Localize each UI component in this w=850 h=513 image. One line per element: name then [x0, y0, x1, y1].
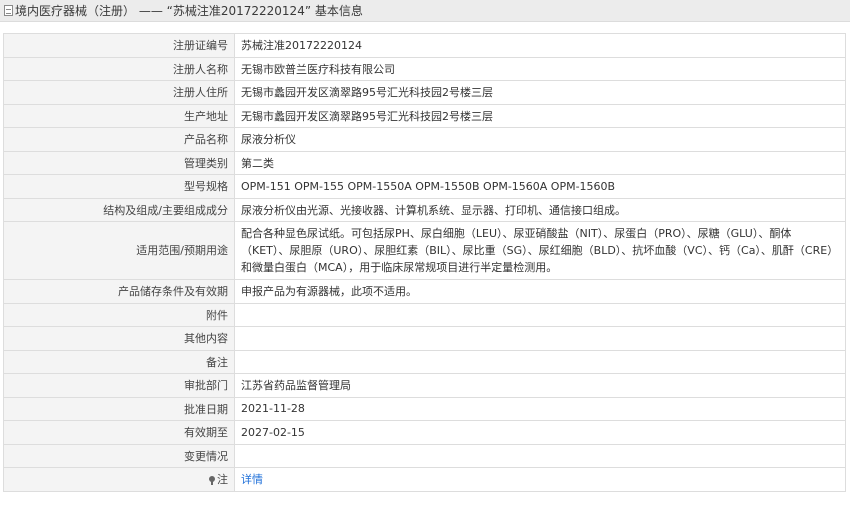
row-label: 其他内容 — [3, 326, 235, 351]
row-value: 申报产品为有源器械，此项不适用。 — [234, 279, 846, 304]
row-value: OPM-151 OPM-155 OPM-1550A OPM-1550B OPM-… — [234, 174, 846, 199]
document-icon — [4, 5, 13, 16]
table-row: 有效期至 2027-02-15 — [3, 420, 846, 445]
row-label: 附件 — [3, 302, 235, 327]
row-value: 配合各种显色尿试纸。可包括尿PH、尿白细胞（LEU）、尿亚硝酸盐（NIT）、尿蛋… — [234, 221, 846, 280]
row-value: 无锡市欧普兰医疗科技有限公司 — [234, 56, 846, 81]
row-label: 批准日期 — [3, 396, 235, 421]
table-row: 结构及组成/主要组成成分 尿液分析仪由光源、光接收器、计算机系统、显示器、打印机… — [3, 197, 846, 222]
note-label-cell: 注 — [3, 467, 235, 492]
row-value — [234, 349, 846, 374]
table-row: 其他内容 — [3, 326, 846, 351]
table-row: 型号规格 OPM-151 OPM-155 OPM-1550A OPM-1550B… — [3, 174, 846, 199]
row-label: 备注 — [3, 349, 235, 374]
row-label: 结构及组成/主要组成成分 — [3, 197, 235, 222]
row-value: 江苏省药品监督管理局 — [234, 373, 846, 398]
note-row: 注 详情 — [3, 467, 846, 492]
row-label: 产品名称 — [3, 127, 235, 152]
row-label: 管理类别 — [3, 150, 235, 175]
row-label: 型号规格 — [3, 174, 235, 199]
table-row: 注册人名称 无锡市欧普兰医疗科技有限公司 — [3, 56, 846, 81]
row-value — [234, 302, 846, 327]
row-value: 2021-11-28 — [234, 396, 846, 421]
table-row: 注册人住所 无锡市蠡园开发区滴翠路95号汇光科技园2号楼三层 — [3, 80, 846, 105]
note-label: 注 — [217, 473, 228, 487]
row-value: 第二类 — [234, 150, 846, 175]
row-value: 无锡市蠡园开发区滴翠路95号汇光科技园2号楼三层 — [234, 103, 846, 128]
details-link[interactable]: 详情 — [241, 473, 263, 486]
row-label: 变更情况 — [3, 443, 235, 468]
table-row: 附件 — [3, 302, 846, 327]
table-row: 变更情况 — [3, 443, 846, 468]
row-value: 2027-02-15 — [234, 420, 846, 445]
row-value — [234, 326, 846, 351]
table-row: 管理类别 第二类 — [3, 150, 846, 175]
row-label: 审批部门 — [3, 373, 235, 398]
row-value: 苏械注准20172220124 — [234, 33, 846, 58]
table-row: 产品名称 尿液分析仪 — [3, 127, 846, 152]
table-row: 适用范围/预期用途 配合各种显色尿试纸。可包括尿PH、尿白细胞（LEU）、尿亚硝… — [3, 221, 846, 280]
table-row: 生产地址 无锡市蠡园开发区滴翠路95号汇光科技园2号楼三层 — [3, 103, 846, 128]
table-row: 批准日期 2021-11-28 — [3, 396, 846, 421]
row-value: 尿液分析仪 — [234, 127, 846, 152]
row-value: 无锡市蠡园开发区滴翠路95号汇光科技园2号楼三层 — [234, 80, 846, 105]
info-table-container: 注册证编号 苏械注准20172220124 注册人名称 无锡市欧普兰医疗科技有限… — [3, 33, 846, 492]
pin-icon — [209, 476, 215, 486]
row-label: 注册人住所 — [3, 80, 235, 105]
row-label: 注册证编号 — [3, 33, 235, 58]
table-row: 备注 — [3, 349, 846, 374]
row-label: 适用范围/预期用途 — [3, 221, 235, 280]
page-title: 境内医疗器械（注册） —— “苏械注准20172220124” 基本信息 — [15, 4, 363, 18]
info-table: 注册证编号 苏械注准20172220124 注册人名称 无锡市欧普兰医疗科技有限… — [3, 33, 846, 492]
table-row: 审批部门 江苏省药品监督管理局 — [3, 373, 846, 398]
note-value-cell: 详情 — [234, 467, 846, 492]
row-label: 有效期至 — [3, 420, 235, 445]
row-label: 产品储存条件及有效期 — [3, 279, 235, 304]
row-value: 尿液分析仪由光源、光接收器、计算机系统、显示器、打印机、通信接口组成。 — [234, 197, 846, 222]
table-row: 产品储存条件及有效期 申报产品为有源器械，此项不适用。 — [3, 279, 846, 304]
row-value — [234, 443, 846, 468]
row-label: 注册人名称 — [3, 56, 235, 81]
table-row: 注册证编号 苏械注准20172220124 — [3, 33, 846, 58]
page-title-bar: 境内医疗器械（注册） —— “苏械注准20172220124” 基本信息 — [0, 0, 850, 22]
row-label: 生产地址 — [3, 103, 235, 128]
